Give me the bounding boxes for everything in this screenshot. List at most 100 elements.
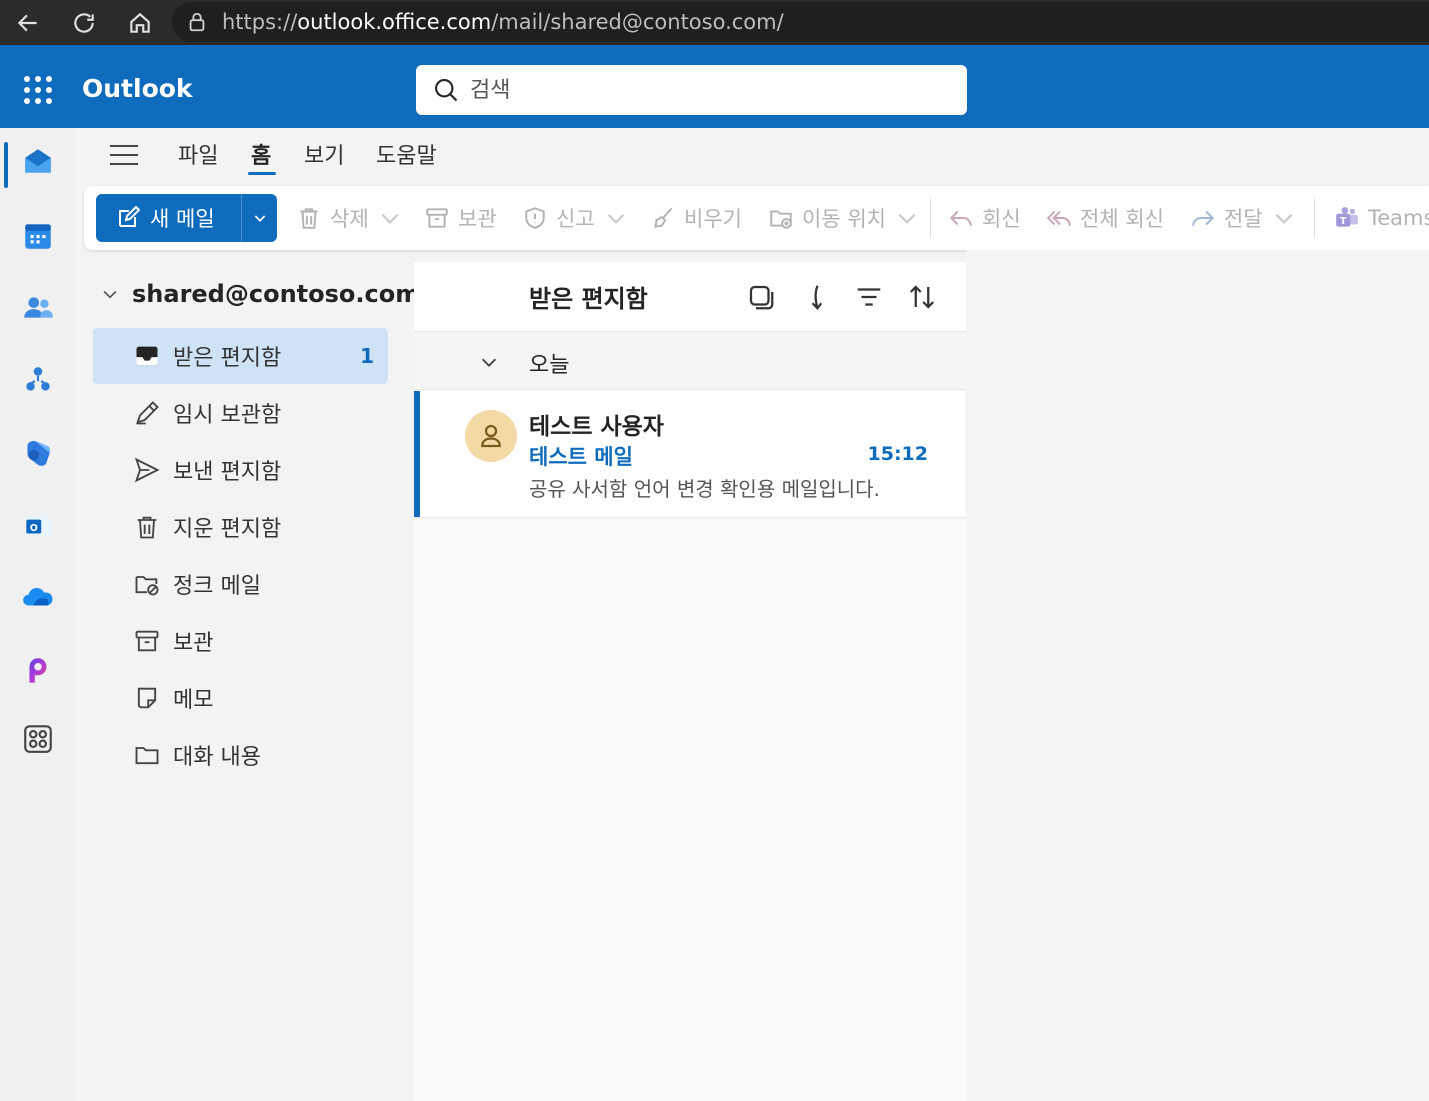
address-bar[interactable]: https://outlook.office.com/mail/shared@c…	[172, 2, 1429, 42]
rail-more-apps[interactable]	[16, 717, 60, 761]
jump-to-button[interactable]	[800, 282, 830, 312]
delete-button[interactable]: 삭제	[296, 186, 411, 250]
group-label: 오늘	[529, 353, 570, 378]
reply-all-button[interactable]: 전체 회신	[1046, 186, 1164, 250]
rail-m365[interactable]	[16, 431, 60, 475]
active-tab-underline	[248, 172, 276, 175]
rail-groups[interactable]	[16, 358, 60, 402]
tab-home[interactable]: 홈	[251, 138, 271, 170]
teams-label: Teams	[1368, 206, 1429, 230]
new-mail-button[interactable]: 새 메일	[96, 194, 277, 242]
move-button[interactable]: 이동 위치	[768, 186, 928, 250]
chevron-down-icon	[254, 215, 265, 222]
people-icon	[24, 297, 53, 318]
message-preview: 공유 사서함 언어 변경 확인용 메일입니다.	[529, 477, 880, 501]
account-header[interactable]: shared@contoso.com	[100, 280, 420, 308]
rail-mail[interactable]	[16, 140, 60, 184]
reply-all-label: 전체 회신	[1080, 207, 1164, 231]
folder-label: 임시 보관함	[173, 403, 282, 428]
forward-button[interactable]: 전달	[1190, 186, 1305, 250]
app-launcher-icon[interactable]	[24, 76, 52, 104]
rail-people[interactable]	[16, 286, 60, 330]
back-arrow-icon	[17, 14, 37, 31]
jump-arrow-icon	[811, 285, 823, 310]
message-list-header: 받은 편지함	[414, 262, 966, 332]
report-label: 신고	[556, 207, 595, 231]
reply-label: 회신	[982, 207, 1021, 231]
tab-file[interactable]: 파일	[178, 138, 218, 170]
rail-calendar[interactable]	[16, 214, 60, 258]
group-header-today[interactable]: 오늘	[414, 332, 966, 390]
chevron-down-icon[interactable]	[1271, 205, 1297, 231]
mail-icon	[25, 149, 51, 173]
archive-button[interactable]: 보관	[424, 186, 497, 250]
new-mail-main[interactable]: 새 메일	[96, 194, 242, 242]
filter-icon	[857, 288, 881, 306]
message-list: 받은 편지함 오늘 테스트 사용자 테스트 메일 15:12 공유 사서함 언어…	[414, 262, 966, 1101]
calendar-icon	[25, 224, 51, 249]
chevron-down-icon[interactable]	[377, 205, 403, 231]
home-button[interactable]	[112, 0, 168, 45]
message-sender: 테스트 사용자	[529, 414, 664, 440]
search-input[interactable]	[470, 77, 950, 103]
folder-drafts[interactable]: 임시 보관함	[93, 385, 388, 441]
hamburger-menu-icon[interactable]	[110, 145, 138, 167]
teams-button[interactable]: T Teams	[1334, 186, 1429, 250]
folder-sent[interactable]: 보낸 편지함	[93, 442, 388, 498]
new-mail-label: 새 메일	[150, 207, 215, 231]
report-button[interactable]: 신고	[522, 186, 637, 250]
teams-icon: T	[1336, 207, 1358, 227]
folder-inbox[interactable]: 받은 편지함 1	[93, 328, 388, 384]
reply-all-icon	[1046, 210, 1071, 226]
back-button[interactable]	[0, 0, 56, 45]
select-mode-button[interactable]	[746, 282, 776, 312]
filter-button[interactable]	[854, 282, 884, 312]
chevron-down-icon[interactable]	[100, 284, 120, 304]
rail-onedrive[interactable]	[16, 576, 60, 620]
archive-icon	[135, 630, 159, 652]
sweep-button[interactable]: 비우기	[650, 186, 742, 250]
toolbar-divider	[1314, 198, 1315, 238]
reply-button[interactable]: 회신	[948, 186, 1021, 250]
account-name: shared@contoso.com	[132, 280, 421, 308]
broom-icon	[654, 207, 673, 228]
rail-copilot[interactable]	[16, 649, 60, 693]
ribbon-tabs: 파일 홈 보기 도움말	[80, 128, 1429, 182]
archive-icon	[426, 208, 448, 228]
sort-icon	[909, 285, 935, 309]
move-folder-icon	[770, 210, 792, 229]
folder-notes[interactable]: 메모	[93, 670, 388, 726]
folder-deleted[interactable]: 지운 편지함	[93, 499, 388, 555]
chevron-down-icon[interactable]	[478, 351, 500, 373]
folder-label: 받은 편지함	[173, 346, 282, 371]
browser-toolbar: https://outlook.office.com/mail/shared@c…	[0, 0, 1429, 45]
unread-count-badge: 1	[360, 344, 374, 368]
folder-conversation-history[interactable]: 대화 내용	[93, 727, 388, 783]
reading-pane	[967, 250, 1429, 1101]
groups-icon	[26, 367, 50, 391]
url-host: outlook.office.com	[297, 10, 492, 34]
move-label: 이동 위치	[802, 207, 886, 231]
chevron-down-icon[interactable]	[894, 205, 920, 231]
more-apps-icon	[24, 725, 52, 753]
folder-junk[interactable]: 정크 메일	[93, 556, 388, 612]
forward-label: 전달	[1224, 207, 1263, 231]
delete-label: 삭제	[330, 207, 369, 231]
app-title: Outlook	[82, 74, 193, 103]
message-item[interactable]: 테스트 사용자 테스트 메일 15:12 공유 사서함 언어 변경 확인용 메일…	[414, 391, 966, 517]
tab-help[interactable]: 도움말	[376, 138, 437, 170]
rail-outlook[interactable]: O	[16, 504, 60, 548]
svg-text:O: O	[30, 523, 38, 534]
note-icon	[137, 687, 157, 709]
sort-button[interactable]	[907, 282, 937, 312]
reload-button[interactable]	[56, 0, 112, 45]
search-box[interactable]	[416, 65, 967, 115]
person-icon	[481, 424, 501, 448]
inbox-icon	[136, 346, 158, 366]
tab-view[interactable]: 보기	[304, 138, 344, 170]
folder-archive[interactable]: 보관	[93, 613, 388, 669]
new-mail-dropdown[interactable]	[242, 194, 277, 242]
url-text: https://outlook.office.com/mail/shared@c…	[222, 10, 784, 34]
chevron-down-icon[interactable]	[603, 205, 629, 231]
trash-icon	[137, 516, 157, 539]
